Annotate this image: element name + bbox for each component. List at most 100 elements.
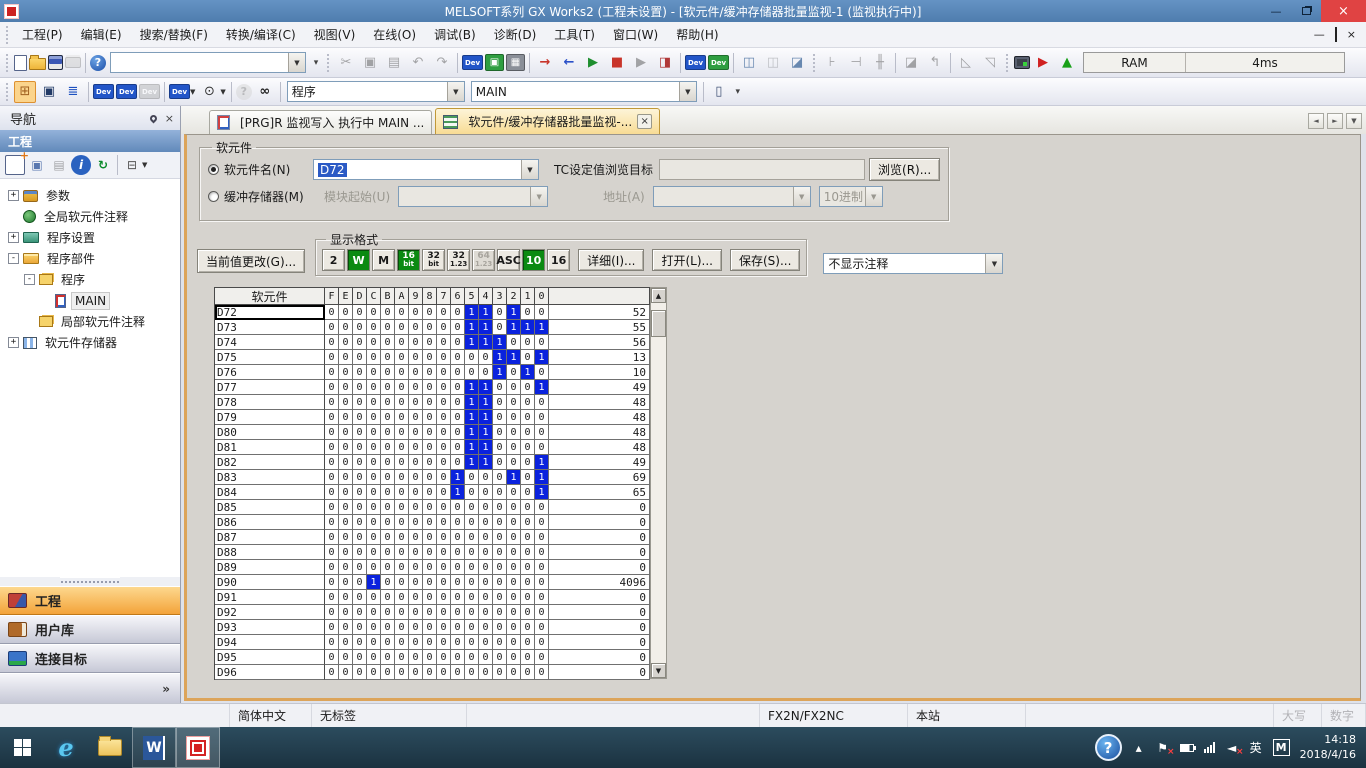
bit-cell[interactable]: 0 <box>507 575 521 590</box>
bit-cell[interactable]: 0 <box>325 665 339 680</box>
bit-cell[interactable]: 0 <box>423 590 437 605</box>
bit-cell[interactable]: 0 <box>535 530 549 545</box>
bit-cell[interactable]: 0 <box>353 605 367 620</box>
bit-cell[interactable]: 0 <box>395 635 409 650</box>
bit-cell[interactable]: 0 <box>423 515 437 530</box>
table-scrollbar[interactable]: ▲ ▼ <box>650 287 667 679</box>
data-property-icon[interactable]: i <box>71 155 91 175</box>
bit-cell[interactable]: 0 <box>423 455 437 470</box>
format-real32-button[interactable]: 321.23 <box>447 249 470 271</box>
bit-cell[interactable]: 0 <box>493 380 507 395</box>
bit-cell[interactable]: 0 <box>535 560 549 575</box>
device-cell[interactable]: D80 <box>215 425 325 440</box>
bit-cell[interactable]: 1 <box>465 440 479 455</box>
bit-cell[interactable]: 0 <box>409 515 423 530</box>
bit-cell[interactable]: 1 <box>451 470 465 485</box>
nav-view-user-library[interactable]: 用户库 <box>0 615 180 644</box>
program-block-dropdown-icon[interactable]: ▼ <box>679 82 696 101</box>
program-type-dropdown-icon[interactable]: ▼ <box>447 82 464 101</box>
bit-cell[interactable]: 0 <box>339 425 353 440</box>
bit-cell[interactable]: 0 <box>507 605 521 620</box>
tree-expander-icon[interactable]: + <box>8 232 19 243</box>
help-icon[interactable]: ? <box>90 55 106 71</box>
bit-cell[interactable]: 0 <box>521 500 535 515</box>
bit-cell[interactable]: 1 <box>465 320 479 335</box>
mdi-close-button[interactable]: × <box>1347 28 1356 41</box>
quick-access-dropdown-icon[interactable]: ▼ <box>288 53 305 72</box>
bit-cell[interactable]: 1 <box>535 485 549 500</box>
bit-cell[interactable]: 0 <box>381 440 395 455</box>
value-cell[interactable]: 65 <box>549 485 650 500</box>
device-cell[interactable]: D94 <box>215 635 325 650</box>
program-check-icon[interactable]: ▯ <box>708 81 730 103</box>
auto-hide-pin-button[interactable] <box>150 112 157 125</box>
bit-cell[interactable]: 0 <box>339 470 353 485</box>
bit-cell[interactable]: 0 <box>423 500 437 515</box>
bit-cell[interactable]: 0 <box>451 560 465 575</box>
bit-cell[interactable]: 0 <box>339 620 353 635</box>
bit-cell[interactable]: 0 <box>451 365 465 380</box>
bit-cell[interactable]: 0 <box>395 470 409 485</box>
bit-cell[interactable]: 1 <box>507 470 521 485</box>
bit-cell[interactable]: 0 <box>353 320 367 335</box>
bit-cell[interactable]: 0 <box>493 575 507 590</box>
mdi-minimize-button[interactable]: — <box>1314 28 1325 41</box>
bit-cell[interactable]: 1 <box>493 335 507 350</box>
bit-cell[interactable]: 0 <box>535 305 549 320</box>
bit-cell[interactable]: 0 <box>437 515 451 530</box>
bit-cell[interactable]: 0 <box>535 425 549 440</box>
value-cell[interactable]: 0 <box>549 620 650 635</box>
bit-cell[interactable]: 0 <box>367 455 381 470</box>
bit-cell[interactable]: 0 <box>409 530 423 545</box>
bit-cell[interactable]: 0 <box>423 635 437 650</box>
device-memory-display-icon[interactable]: Dev <box>116 84 137 99</box>
bit-cell[interactable]: 0 <box>409 365 423 380</box>
bit-cell[interactable]: 0 <box>409 470 423 485</box>
bit-cell[interactable]: 0 <box>353 665 367 680</box>
bit-cell[interactable]: 0 <box>451 305 465 320</box>
bit-cell[interactable]: 0 <box>479 350 493 365</box>
bit-cell[interactable]: 0 <box>409 620 423 635</box>
bit-cell[interactable]: 0 <box>367 650 381 665</box>
value-cell[interactable]: 0 <box>549 650 650 665</box>
device-name-radio[interactable] <box>208 164 219 175</box>
bit-cell[interactable]: 1 <box>465 305 479 320</box>
bit-cell[interactable]: 0 <box>437 560 451 575</box>
bit-cell[interactable]: 0 <box>367 590 381 605</box>
bit-cell[interactable]: 0 <box>507 335 521 350</box>
bit-cell[interactable]: 0 <box>493 605 507 620</box>
taskbar-start-button[interactable] <box>0 727 44 768</box>
bit-cell[interactable]: 0 <box>493 305 507 320</box>
bit-cell[interactable]: 1 <box>479 395 493 410</box>
bit-cell[interactable]: 1 <box>535 350 549 365</box>
bit-cell[interactable]: 0 <box>507 455 521 470</box>
bit-cell[interactable]: 0 <box>451 620 465 635</box>
value-cell[interactable]: 48 <box>549 410 650 425</box>
device-cell[interactable]: D92 <box>215 605 325 620</box>
bit-cell[interactable]: 0 <box>493 455 507 470</box>
value-cell[interactable]: 0 <box>549 530 650 545</box>
device-cell[interactable]: D75 <box>215 350 325 365</box>
panel-splitter[interactable] <box>60 577 120 586</box>
bit-cell[interactable]: 0 <box>409 575 423 590</box>
bit-cell[interactable]: 0 <box>395 590 409 605</box>
bit-cell[interactable]: 0 <box>479 650 493 665</box>
bit-cell[interactable]: 0 <box>423 320 437 335</box>
bit-cell[interactable]: 0 <box>339 545 353 560</box>
bit-cell[interactable]: 0 <box>535 590 549 605</box>
bit-cell[interactable]: 0 <box>507 500 521 515</box>
bit-cell[interactable]: 0 <box>353 515 367 530</box>
bit-cell[interactable]: 0 <box>451 350 465 365</box>
bit-cell[interactable]: 0 <box>493 470 507 485</box>
monitor-status-icon[interactable] <box>1014 56 1030 69</box>
program-type-combobox[interactable]: 程序 ▼ <box>287 81 465 102</box>
bit-cell[interactable]: 0 <box>367 605 381 620</box>
bit-cell[interactable]: 0 <box>367 500 381 515</box>
bit-cell[interactable]: 0 <box>437 575 451 590</box>
bit-cell[interactable]: 0 <box>367 365 381 380</box>
menu-item-project[interactable]: 工程(P) <box>13 23 72 46</box>
bit-cell[interactable]: 0 <box>325 470 339 485</box>
bit-cell[interactable]: 1 <box>507 350 521 365</box>
bit-cell[interactable]: 0 <box>521 395 535 410</box>
bit-cell[interactable]: 0 <box>521 545 535 560</box>
